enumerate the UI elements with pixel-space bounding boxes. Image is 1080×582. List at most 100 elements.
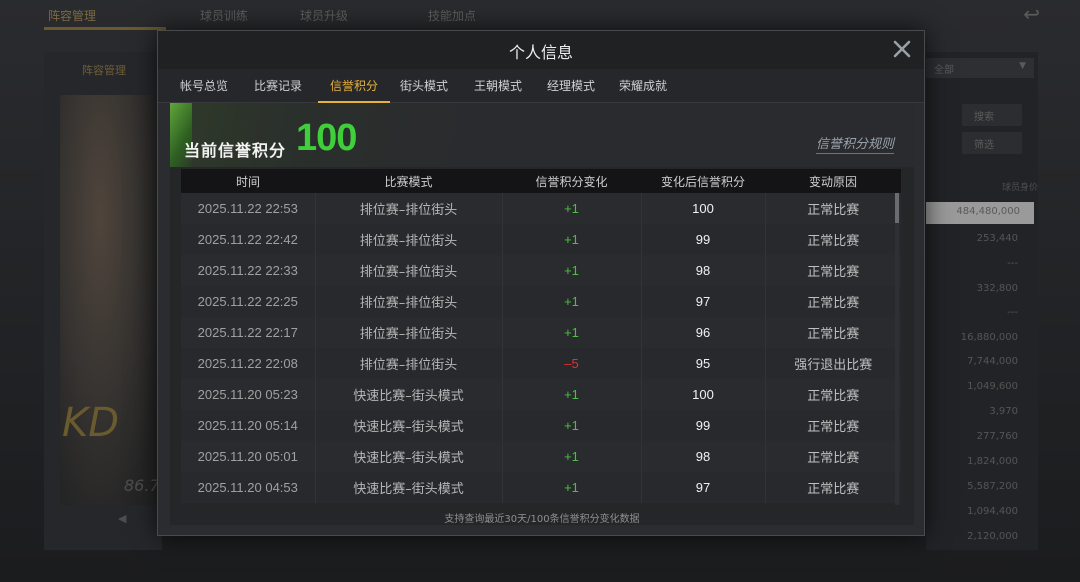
- table-row: 2025.11.20 05:23 快速比赛–街头模式 +1 100 正常比赛: [181, 379, 901, 410]
- bg-search-button: 搜索: [962, 104, 1022, 126]
- row-change: +1: [502, 224, 642, 255]
- row-time: 2025.11.22 22:17: [181, 317, 316, 348]
- row-mode: 排位赛–排位街头: [315, 348, 503, 379]
- table-row: 2025.11.20 05:14 快速比赛–街头模式 +1 99 正常比赛: [181, 410, 901, 441]
- bg-value: 3,970: [989, 406, 1018, 417]
- column-header-time: 时间: [181, 169, 315, 193]
- tab-match-records[interactable]: 比赛记录: [248, 69, 308, 103]
- player-rating: 86.7: [124, 476, 160, 495]
- score-banner: 当前信誉积分 100 信誉积分规则: [170, 103, 914, 167]
- table-scrollbar[interactable]: [895, 193, 899, 505]
- row-change: +1: [502, 472, 642, 503]
- row-time: 2025.11.20 04:53: [181, 472, 316, 503]
- bg-value: 2,120,000: [967, 531, 1018, 542]
- row-change: +1: [502, 255, 642, 286]
- bg-search-label: 搜索: [974, 112, 994, 123]
- modal-tab-bar: 帐号总览 比赛记录 信誉积分 街头模式 王朝模式 经理模式 荣耀成就: [158, 69, 924, 103]
- row-time: 2025.11.22 22:33: [181, 255, 316, 286]
- tab-manager-mode[interactable]: 经理模式: [541, 69, 601, 103]
- bg-value: 277,760: [976, 431, 1018, 442]
- bg-value: 1,094,400: [967, 506, 1018, 517]
- bg-value: ---: [1007, 307, 1018, 318]
- table-row: 2025.11.22 22:08 排位赛–排位街头 –5 95 强行退出比赛: [181, 348, 901, 379]
- back-arrow-icon: ↩: [1023, 2, 1040, 26]
- bg-filter-label: 筛选: [974, 140, 994, 151]
- row-reason: 正常比赛: [765, 224, 901, 255]
- table-row: 2025.11.22 22:42 排位赛–排位街头 +1 99 正常比赛: [181, 224, 901, 255]
- row-after: 97: [641, 286, 766, 317]
- credit-score-panel: 当前信誉积分 100 信誉积分规则 时间 比赛模式 信誉积分变化 变化后信誉积分…: [170, 103, 914, 525]
- row-mode: 快速比赛–街头模式: [315, 441, 503, 472]
- row-mode: 排位赛–排位街头: [315, 317, 503, 348]
- row-mode: 排位赛–排位街头: [315, 255, 503, 286]
- row-change: +1: [502, 441, 642, 472]
- tab-honor-achievements[interactable]: 荣耀成就: [613, 69, 673, 103]
- bg-filter-button: 筛选: [962, 132, 1022, 154]
- row-mode: 快速比赛–街头模式: [315, 379, 503, 410]
- table-row: 2025.11.22 22:25 排位赛–排位街头 +1 97 正常比赛: [181, 286, 901, 317]
- row-reason: 正常比赛: [765, 317, 901, 348]
- bg-filter-value: 全部: [934, 65, 954, 76]
- tab-dynasty-mode[interactable]: 王朝模式: [468, 69, 528, 103]
- column-header-reason: 变动原因: [765, 169, 901, 193]
- bg-value: 1,049,600: [967, 381, 1018, 392]
- table-row: 2025.11.22 22:53 排位赛–排位街头 +1 100 正常比赛: [181, 193, 901, 224]
- bg-left-arrow-icon: ◀: [118, 512, 127, 525]
- row-after: 100: [641, 193, 766, 224]
- row-after: 99: [641, 410, 766, 441]
- bg-tab-training: 球员训练: [200, 9, 249, 23]
- bg-left-panel-head: 阵容管理: [44, 58, 162, 82]
- column-header-change: 信誉积分变化: [502, 169, 641, 193]
- table-scrollbar-thumb[interactable]: [895, 193, 899, 223]
- bg-value: 7,744,000: [967, 356, 1018, 367]
- close-icon: [893, 40, 911, 58]
- row-after: 97: [641, 472, 766, 503]
- row-mode: 快速比赛–街头模式: [315, 472, 503, 503]
- column-header-mode: 比赛模式: [315, 169, 502, 193]
- bg-value: 5,587,200: [967, 481, 1018, 492]
- row-reason: 正常比赛: [765, 410, 901, 441]
- tab-street-mode[interactable]: 街头模式: [394, 69, 454, 103]
- bg-tab-underline: [44, 27, 166, 30]
- row-reason: 正常比赛: [765, 193, 901, 224]
- modal-header: 个人信息: [158, 31, 924, 69]
- row-reason: 正常比赛: [765, 379, 901, 410]
- row-time: 2025.11.22 22:08: [181, 348, 316, 379]
- bg-value: ---: [1007, 258, 1018, 269]
- bg-left-panel-title: 阵容管理: [82, 64, 126, 77]
- row-change: +1: [502, 286, 642, 317]
- bg-highlight-row: 484,480,000: [926, 202, 1034, 224]
- bg-right-panel: [926, 52, 1038, 550]
- chevron-down-icon: ▼: [1019, 61, 1026, 71]
- modal-title: 个人信息: [508, 43, 573, 62]
- player-signature: KD: [62, 400, 120, 446]
- tab-account-overview[interactable]: 帐号总览: [174, 69, 234, 103]
- close-button[interactable]: [890, 37, 914, 61]
- row-reason: 正常比赛: [765, 472, 901, 503]
- row-mode: 排位赛–排位街头: [315, 286, 503, 317]
- credit-history-table: 时间 比赛模式 信誉积分变化 变化后信誉积分 变动原因 2025.11.22 2…: [181, 169, 901, 503]
- row-after: 98: [641, 255, 766, 286]
- query-limit-note: 支持查询最近30天/100条信誉积分变化数据: [444, 514, 640, 525]
- row-after: 96: [641, 317, 766, 348]
- credit-rules-link[interactable]: 信誉积分规则: [815, 133, 894, 154]
- row-after: 99: [641, 224, 766, 255]
- bg-tab-upgrade: 球员升级: [300, 9, 349, 23]
- bg-right-header: 球员身价: [1002, 183, 1039, 193]
- tab-credit-score[interactable]: 信誉积分: [318, 69, 390, 103]
- table-row: 2025.11.20 04:53 快速比赛–街头模式 +1 97 正常比赛: [181, 472, 901, 503]
- row-after: 98: [641, 441, 766, 472]
- bg-value: 253,440: [976, 233, 1018, 244]
- row-mode: 快速比赛–街头模式: [315, 410, 503, 441]
- row-change: +1: [502, 379, 642, 410]
- row-change: +1: [502, 317, 642, 348]
- bg-highlight-value: 484,480,000: [956, 206, 1020, 217]
- bg-tab-lineup: 阵容管理: [48, 9, 97, 23]
- row-change: +1: [502, 193, 642, 224]
- row-time: 2025.11.20 05:23: [181, 379, 316, 410]
- row-reason: 正常比赛: [765, 441, 901, 472]
- row-time: 2025.11.20 05:01: [181, 441, 316, 472]
- table-header-row: 时间 比赛模式 信誉积分变化 变化后信誉积分 变动原因: [181, 169, 901, 193]
- row-time: 2025.11.22 22:25: [181, 286, 316, 317]
- bg-filter-select: 全部 ▼: [926, 58, 1034, 78]
